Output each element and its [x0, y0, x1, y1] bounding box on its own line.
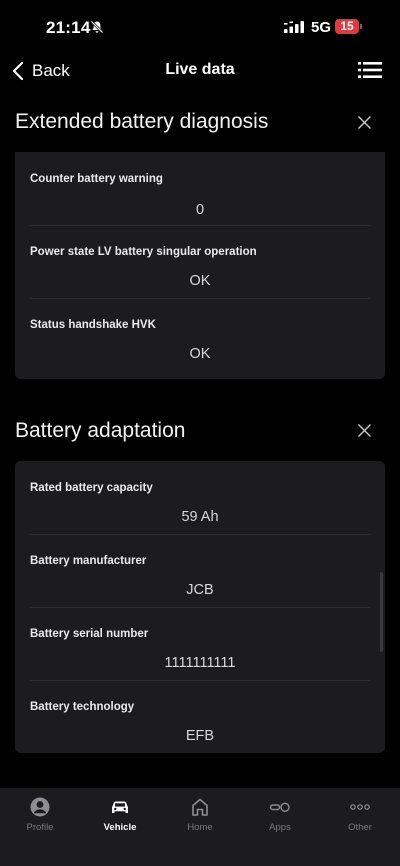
- row-label: Battery serial number: [30, 628, 149, 640]
- list-item: Status handshake HVK OK: [15, 298, 385, 371]
- tab-label: Other: [348, 822, 372, 833]
- extended-battery-diagnosis-card: Counter battery warning 0 Power state LV…: [15, 152, 385, 379]
- row-label: Counter battery warning: [30, 173, 163, 185]
- list-menu-icon[interactable]: [358, 60, 382, 80]
- tab-home[interactable]: Home: [160, 788, 240, 866]
- bell-muted-icon: [90, 20, 104, 34]
- tab-label: Vehicle: [103, 822, 137, 833]
- row-label: Battery manufacturer: [30, 555, 147, 567]
- row-value: 1111111111: [164, 655, 236, 671]
- section-title-battery-adaptation: Battery adaptation: [15, 419, 186, 442]
- more-icon: [350, 804, 370, 810]
- list-item: Battery serial number 1111111111: [15, 607, 385, 680]
- row-value: 59 Ah: [181, 509, 219, 525]
- section-title-extended-battery-diagnosis: Extended battery diagnosis: [15, 110, 269, 133]
- car-icon: [112, 801, 128, 813]
- tab-apps[interactable]: Apps: [240, 788, 320, 866]
- list-item: Battery manufacturer JCB: [15, 534, 385, 607]
- list-item: Rated battery capacity 59 Ah: [15, 461, 385, 534]
- row-label: Rated battery capacity: [30, 482, 153, 494]
- home-icon: [192, 798, 208, 816]
- row-value: 0: [195, 202, 205, 218]
- network-label: 5G: [311, 19, 332, 36]
- battery-nub: [360, 24, 362, 29]
- page-title: Live data: [165, 61, 235, 78]
- row-value: EFB: [185, 728, 215, 744]
- row-value: OK: [189, 346, 211, 362]
- signal-icon: [284, 21, 304, 33]
- scrollbar[interactable]: [380, 572, 383, 652]
- row-label: Battery technology: [30, 701, 135, 713]
- list-item: Battery technology EFB: [15, 680, 385, 753]
- tab-other[interactable]: Other: [320, 788, 400, 866]
- close-icon[interactable]: [357, 115, 372, 130]
- row-label: Power state LV battery singular operatio…: [30, 246, 257, 258]
- list-item: Power state LV battery singular operatio…: [15, 225, 385, 298]
- close-icon[interactable]: [357, 423, 372, 438]
- row-value: JCB: [186, 582, 214, 598]
- apps-icon: [269, 802, 290, 813]
- battery-icon: 15: [335, 19, 359, 34]
- status-bar: 21:14 5G 15: [0, 0, 400, 50]
- tab-vehicle[interactable]: Vehicle: [80, 788, 160, 866]
- profile-icon: [30, 797, 50, 817]
- row-label: Status handshake HVK: [30, 319, 156, 331]
- battery-adaptation-card: Rated battery capacity 59 Ah Battery man…: [15, 461, 385, 753]
- tab-bar: Profile Vehicle Home Apps Other: [0, 788, 400, 866]
- tab-label: Apps: [269, 822, 291, 833]
- status-time: 21:14: [46, 18, 91, 37]
- row-value: OK: [189, 273, 211, 289]
- tab-label: Profile: [26, 822, 54, 833]
- list-item: Counter battery warning 0: [15, 152, 385, 225]
- tab-label: Home: [187, 822, 213, 833]
- tab-profile[interactable]: Profile: [0, 788, 80, 866]
